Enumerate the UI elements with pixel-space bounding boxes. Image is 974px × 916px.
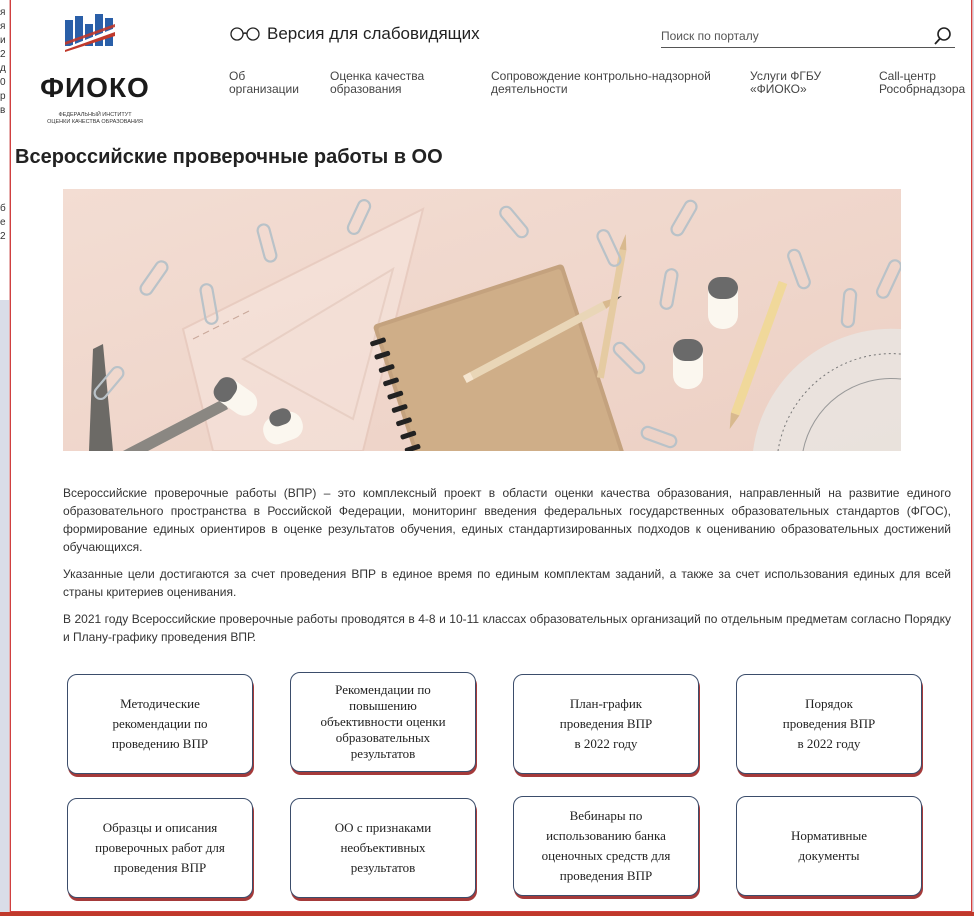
hero-image xyxy=(63,189,901,451)
card-label: документы xyxy=(798,848,860,863)
card-label: результатов xyxy=(350,746,416,761)
article-paragraph: В 2021 году Всероссийские проверочные ра… xyxy=(63,612,951,644)
low-vision-version-link[interactable]: Версия для слабовидящих xyxy=(229,24,480,44)
search-icon[interactable] xyxy=(933,26,953,46)
card-label: результатов xyxy=(350,860,416,875)
nav-item-services[interactable]: Услуги ФГБУ «ФИОКО» xyxy=(750,70,821,96)
card-label: проведения ВПР xyxy=(559,716,653,731)
card-label: образовательных xyxy=(335,730,431,745)
card-label: проведения ВПР xyxy=(559,868,653,883)
nav-item-label: «ФИОКО» xyxy=(750,82,807,96)
card-normative-documents[interactable]: Нормативные документы xyxy=(736,796,922,896)
logo-subtitle: ФЕДЕРАЛЬНЫЙ ИНСТИТУТ ОЦЕНКИ КАЧЕСТВА ОБР… xyxy=(35,112,155,126)
page-title: Всероссийские проверочные работы в ОО xyxy=(15,146,443,168)
nav-item-label: образования xyxy=(330,82,402,96)
card-label: в 2022 году xyxy=(797,736,861,751)
card-label: в 2022 году xyxy=(574,736,638,751)
stationery-illustration xyxy=(63,189,901,451)
logo-subtitle-line: ФЕДЕРАЛЬНЫЙ ИНСТИТУТ xyxy=(58,112,132,118)
article-paragraph: Указанные цели достигаются за счет прове… xyxy=(63,567,951,599)
card-label: проверочных работ для xyxy=(95,840,225,855)
main-nav: Об организации Оценка качества образован… xyxy=(11,70,974,102)
search-input[interactable] xyxy=(661,26,921,46)
card-objectivity-recommendations[interactable]: Рекомендации по повышению объективности … xyxy=(290,672,476,772)
card-label: рекомендации по xyxy=(112,716,208,731)
search-box xyxy=(661,26,955,48)
nav-item-label: деятельности xyxy=(491,82,568,96)
card-schedule-2022[interactable]: План-график проведения ВПР в 2022 году xyxy=(513,674,699,774)
card-label: Рекомендации по xyxy=(335,682,431,697)
logo-mark-icon xyxy=(65,14,115,52)
resource-cards: Методические рекомендации по проведению … xyxy=(63,672,923,902)
article-text: Всероссийские проверочные работы (ВПР) –… xyxy=(63,484,951,655)
card-samples-descriptions[interactable]: Образцы и описания проверочных работ для… xyxy=(67,798,253,898)
glasses-icon xyxy=(230,27,260,41)
card-label: проведения ВПР xyxy=(782,716,876,731)
card-label: Нормативные xyxy=(790,828,867,843)
card-label: проведения ВПР xyxy=(113,860,207,875)
nav-item-supervision[interactable]: Сопровождение контрольно-надзорной деяте… xyxy=(491,70,711,96)
card-webinars[interactable]: Вебинары по использованию банка оценочны… xyxy=(513,796,699,896)
nav-item-label: организации xyxy=(229,82,299,96)
card-label: Образцы и описания xyxy=(102,820,218,835)
article-paragraph: Всероссийские проверочные работы (ВПР) –… xyxy=(63,486,951,554)
card-non-objective-results[interactable]: ОО с признаками необъективных результато… xyxy=(290,798,476,898)
card-label: План-график xyxy=(569,696,643,711)
card-label: использованию банка xyxy=(546,828,666,843)
card-label: объективности оценки xyxy=(320,714,446,729)
card-label: повышению xyxy=(349,698,417,713)
card-label: необъективных xyxy=(340,840,426,855)
window-bottom-border xyxy=(0,912,974,916)
low-vision-version-label: Версия для слабовидящих xyxy=(267,24,480,43)
logo-subtitle-line: ОЦЕНКИ КАЧЕСТВА ОБРАЗОВАНИЯ xyxy=(47,119,143,125)
card-procedure-2022[interactable]: Порядок проведения ВПР в 2022 году xyxy=(736,674,922,774)
nav-item-about[interactable]: Об организации xyxy=(229,70,299,96)
card-label: оценочных средств для xyxy=(541,848,671,863)
card-label: ОО с признаками xyxy=(334,820,432,835)
popup-window: ФИОКО ФЕДЕРАЛЬНЫЙ ИНСТИТУТ ОЦЕНКИ КАЧЕСТ… xyxy=(10,0,972,912)
card-methodical-recommendations[interactable]: Методические рекомендации по проведению … xyxy=(67,674,253,774)
card-label: Порядок xyxy=(805,696,853,711)
card-label: Методические xyxy=(120,696,200,711)
nav-item-call-center[interactable]: Call-центр Рособрнадзора xyxy=(879,70,965,96)
nav-item-label: Рособрнадзора xyxy=(879,82,966,96)
nav-item-quality[interactable]: Оценка качества образования xyxy=(330,70,424,96)
card-label: проведению ВПР xyxy=(111,736,209,751)
card-label: Вебинары по xyxy=(569,808,643,823)
